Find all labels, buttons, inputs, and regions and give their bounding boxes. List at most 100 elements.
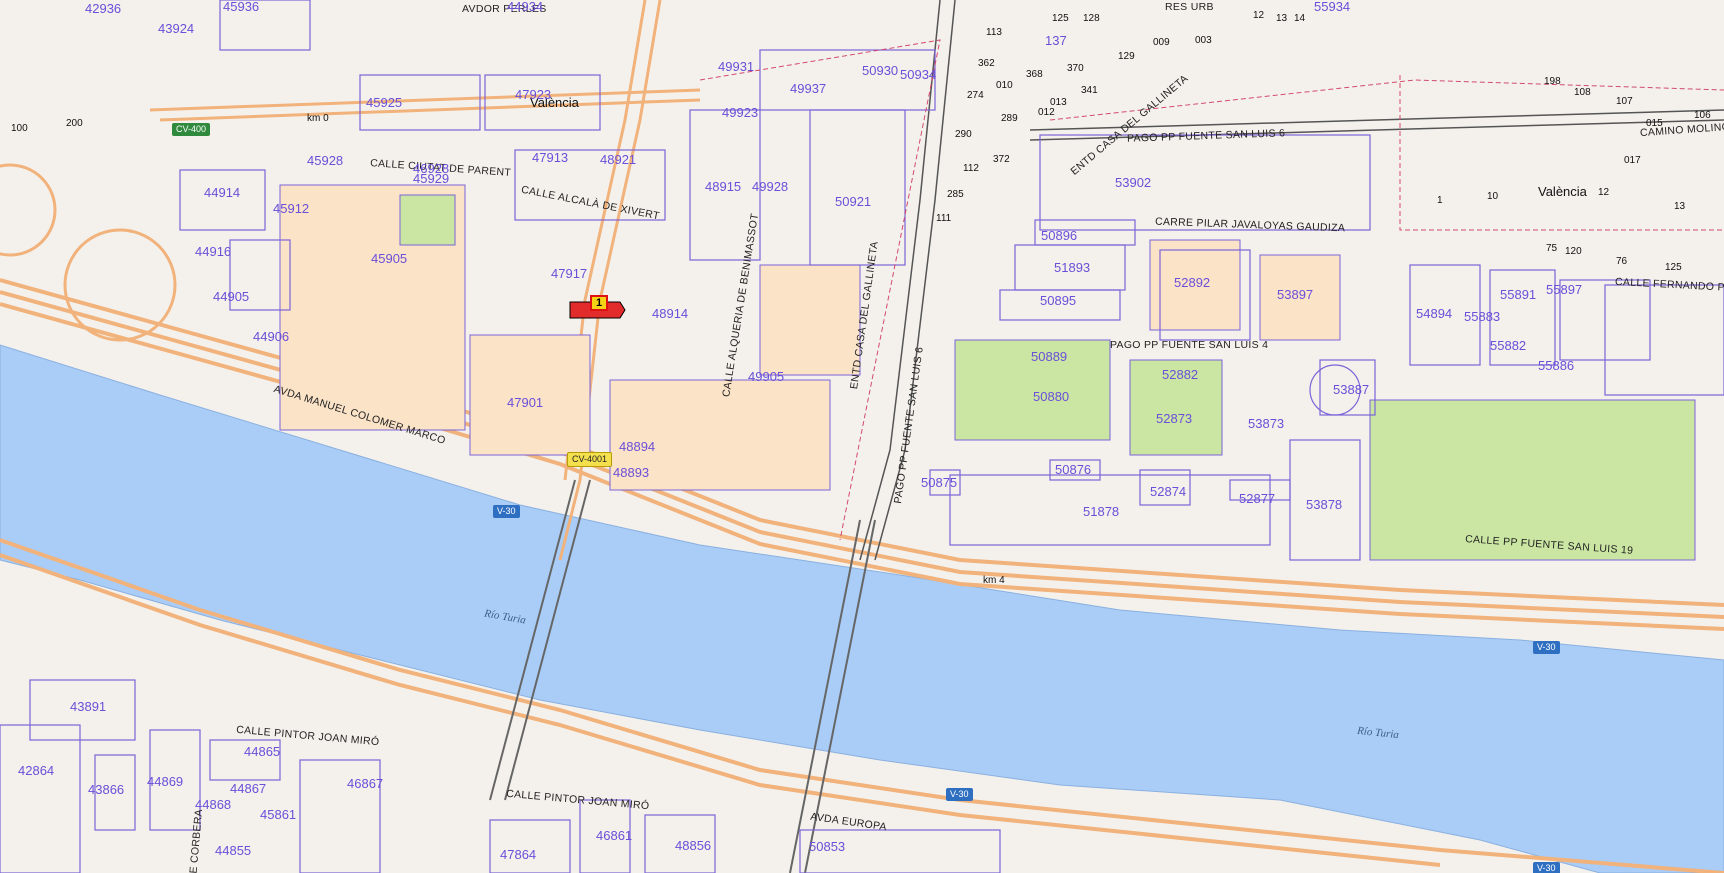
parcel-label: 47923 [515, 87, 552, 102]
parcel-label: 50875 [921, 475, 958, 490]
parcel-label: 52877 [1239, 491, 1276, 506]
parcel-label: 53897 [1277, 287, 1314, 302]
street-label: PAGO PP FUENTE SAN LUIS 4 [1110, 339, 1269, 351]
plot-number: 120 [1565, 246, 1582, 257]
parcel-label: 45929 [413, 171, 450, 186]
plot-number: 106 [1694, 110, 1711, 121]
km-label: km 4 [983, 575, 1005, 586]
parcel-label: 44865 [244, 744, 281, 759]
plot-number: 125 [1665, 262, 1682, 273]
parcel-label: 48893 [613, 465, 650, 480]
plot-number: 372 [993, 154, 1010, 165]
plot-number: 13 [1674, 201, 1686, 212]
plot-number: 015 [1646, 118, 1663, 129]
parcel-label: 48921 [600, 152, 637, 167]
parcel-label: 49923 [722, 105, 759, 120]
parcel-label: 53873 [1248, 416, 1285, 431]
parcel-label: 54894 [1416, 306, 1453, 321]
parcel-label: 47917 [551, 266, 588, 281]
parcel-label: 46861 [596, 828, 633, 843]
parcel-label: 44906 [253, 329, 290, 344]
plot-number: 10 [1487, 191, 1499, 202]
parcel-label: 55897 [1546, 282, 1583, 297]
parcel-label: 55934 [1314, 0, 1351, 14]
plot-number: 75 [1546, 243, 1558, 254]
parcel-label: 50930 [862, 63, 899, 78]
street-label: RES URB [1165, 1, 1214, 13]
parcel-label: 55886 [1538, 358, 1575, 373]
parcel-label: 48915 [705, 179, 742, 194]
parcel-label: 49928 [752, 179, 789, 194]
plot-number: 198 [1544, 76, 1561, 87]
plot-number: 137 [1045, 33, 1067, 48]
parcel-label: 47913 [532, 150, 569, 165]
plot-number: 012 [1038, 107, 1055, 118]
parcel-label: 42864 [18, 763, 55, 778]
road-badge-cv400: CV-400 [172, 123, 211, 136]
parcel-label: 44869 [147, 774, 184, 789]
parcel-label: 53902 [1115, 175, 1152, 190]
parcel-label: 50853 [809, 839, 846, 854]
parcel-label: 44867 [230, 781, 267, 796]
plot-number: 017 [1624, 155, 1641, 166]
plot-number: 289 [1001, 113, 1018, 124]
plot-number: 370 [1067, 63, 1084, 74]
plot-number: 1 [1437, 195, 1443, 206]
parcel-label: 50934 [900, 67, 937, 82]
plot-number: 200 [66, 118, 83, 129]
parcel-label: 50896 [1041, 228, 1078, 243]
parcel-label: 48856 [675, 838, 712, 853]
parcel-label: 50921 [835, 194, 872, 209]
plot-number: 009 [1153, 37, 1170, 48]
parcel-label: 43924 [158, 21, 195, 36]
plot-number: 12 [1598, 187, 1610, 198]
parcel-label: 50889 [1031, 349, 1068, 364]
plot-number: 14 [1294, 13, 1306, 24]
plot-number: 111 [936, 213, 952, 224]
parcel-label: 53878 [1306, 497, 1343, 512]
plot-number: 13 [1276, 13, 1288, 24]
parcel-label: 45936 [223, 0, 260, 14]
plot-number: 12 [1253, 10, 1265, 21]
parcel-label: 55891 [1500, 287, 1537, 302]
parcel-label: 42936 [85, 1, 122, 16]
parcel-label: 45928 [307, 153, 344, 168]
parcel-label: 50880 [1033, 389, 1070, 404]
road-badge-v30: V-30 [493, 505, 520, 518]
parcel-label: 47901 [507, 395, 544, 410]
parcel-label: 48914 [652, 306, 689, 321]
plot-number: 125 [1052, 13, 1069, 24]
plot-number: 112 [963, 163, 979, 174]
location-marker[interactable]: 1 [590, 295, 608, 311]
parcel-label: 49937 [790, 81, 827, 96]
parcel-label: 44914 [204, 185, 241, 200]
parcel-label: 52874 [1150, 484, 1187, 499]
road-badge-v30: V-30 [1533, 641, 1560, 654]
parcel-label: 52873 [1156, 411, 1193, 426]
parcel-label: 45925 [366, 95, 403, 110]
parcel-label: 55882 [1490, 338, 1527, 353]
plot-number: 368 [1026, 69, 1043, 80]
plot-number: 128 [1083, 13, 1100, 24]
map-canvas [0, 0, 1724, 873]
parcel-label: 46867 [347, 776, 384, 791]
plot-number: 362 [978, 58, 995, 69]
road-badge-cv4001: CV-4001 [567, 452, 613, 467]
parcel-label: 45861 [260, 807, 297, 822]
km-label: km 0 [307, 113, 329, 124]
parcel-label: 50895 [1040, 293, 1077, 308]
parcel-label: 44934 [507, 0, 544, 14]
parcel-label: 44916 [195, 244, 232, 259]
parcel-label: 52892 [1174, 275, 1211, 290]
plot-number: 290 [955, 129, 972, 140]
parcel-label: 55883 [1464, 309, 1501, 324]
parcel-label: 49905 [748, 369, 785, 384]
parcel-label: 52882 [1162, 367, 1199, 382]
parcel-label: 43891 [70, 699, 107, 714]
road-badge-v30: V-30 [946, 788, 973, 801]
cadastral-map[interactable]: València València Río Turia Río Turia CV… [0, 0, 1724, 873]
road-badge-v30: V-30 [1533, 862, 1560, 873]
city-label: València [1538, 184, 1587, 199]
plot-number: 341 [1081, 85, 1098, 96]
plot-number: 113 [986, 27, 1002, 38]
